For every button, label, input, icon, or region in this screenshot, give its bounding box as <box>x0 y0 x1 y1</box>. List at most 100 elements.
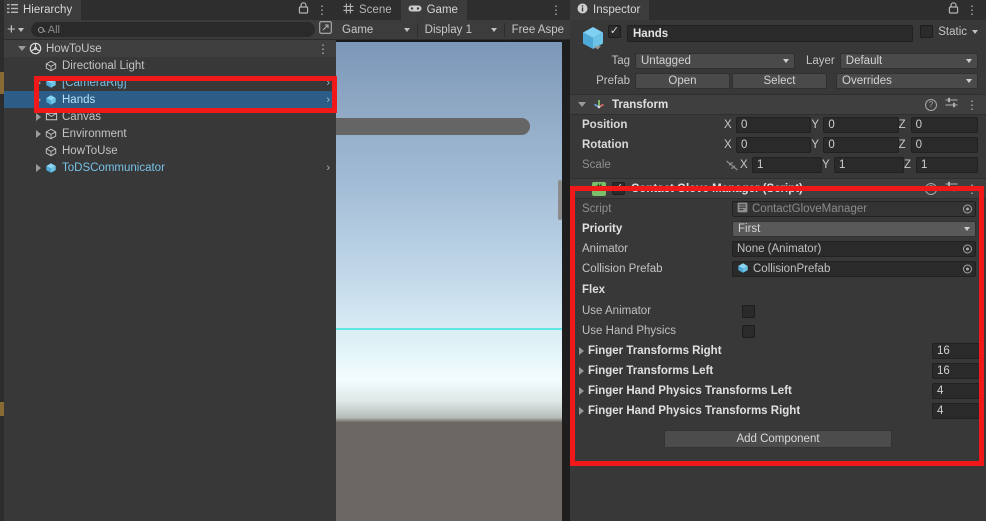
foldout-arrow[interactable] <box>574 387 588 395</box>
object-picker-icon[interactable] <box>963 204 972 214</box>
transform-rotation-x-input[interactable]: 0 <box>736 137 812 153</box>
constrain-proportions-icon[interactable] <box>724 160 740 171</box>
hierarchy-item-camerarig[interactable]: [CameraRig] › <box>0 74 336 91</box>
axis-y-label: Y <box>822 159 830 171</box>
tag-dropdown[interactable]: Untagged <box>635 53 795 69</box>
chevron-right-icon[interactable]: › <box>326 77 330 89</box>
value: 0 <box>741 119 748 131</box>
transform-component-header[interactable]: Transform ? ⋮ <box>570 94 986 115</box>
collision-prefab-object-field[interactable]: CollisionPrefab <box>732 261 976 277</box>
hierarchy-item-hands[interactable]: Hands › <box>0 91 336 108</box>
hierarchy-item-todscommunicator[interactable]: ToDSCommunicator › <box>0 159 336 176</box>
prefab-select-button[interactable]: Select <box>732 73 827 89</box>
foldout-arrow[interactable] <box>32 163 44 172</box>
layer-dropdown[interactable]: Default <box>839 53 978 69</box>
help-icon[interactable]: ? <box>925 98 937 111</box>
array-size-input[interactable]: 16 <box>932 343 980 359</box>
static-toggle-group[interactable]: Static <box>920 25 978 38</box>
transform-scale-x-input[interactable]: 1 <box>752 157 822 173</box>
tab-inspector[interactable]: Inspector <box>570 0 650 20</box>
kebab-menu-icon[interactable]: ⋮ <box>966 182 978 196</box>
script-enabled-checkbox[interactable] <box>612 182 625 195</box>
help-icon[interactable]: ? <box>925 182 937 195</box>
transform-position-x-input[interactable]: 0 <box>736 117 812 133</box>
foldout-arrow[interactable] <box>32 78 44 87</box>
array-size-input[interactable]: 4 <box>932 403 980 419</box>
add-component-button[interactable]: Add Component <box>664 430 892 448</box>
transform-rotation-y-input[interactable]: 0 <box>823 137 899 153</box>
kebab-menu-icon[interactable]: ⋮ <box>316 3 328 17</box>
script-component-header[interactable]: # Contact Glove Manager (Script) ? ⋮ <box>570 178 986 199</box>
inspector-tabbar: Inspector ⋮ <box>570 0 986 20</box>
hierarchy-tree[interactable]: HowToUse ⋮ Directional Light [CameraRig] › Ha… <box>0 40 336 521</box>
object-picker-icon[interactable] <box>963 244 972 254</box>
animator-object-field[interactable]: None (Animator) <box>732 241 976 257</box>
object-picker-icon[interactable] <box>963 264 972 274</box>
game-aspect-dropdown[interactable]: Free Aspe <box>506 22 570 38</box>
toggle-label: Use Hand Physics <box>582 325 676 337</box>
prefab-row: Prefab Open Select Overrides <box>570 70 986 90</box>
axis-z-label: Z <box>898 139 906 151</box>
prefab-overrides-dropdown[interactable]: Overrides <box>836 73 978 89</box>
chevron-down-icon[interactable] <box>578 102 586 107</box>
preset-sliders-icon[interactable] <box>945 97 958 113</box>
transform-position-z-input[interactable]: 0 <box>910 117 978 133</box>
kebab-menu-icon[interactable]: ⋮ <box>966 98 978 112</box>
transform-scale-y-input[interactable]: 1 <box>834 157 904 173</box>
use-hand-physics-checkbox[interactable] <box>742 324 755 338</box>
tab-scene[interactable]: Scene <box>336 0 401 20</box>
open-in-new-window-icon[interactable] <box>319 21 332 38</box>
kebab-menu-icon[interactable]: ⋮ <box>317 42 329 56</box>
chevron-down-icon[interactable] <box>578 186 586 191</box>
tab-hierarchy[interactable]: Hierarchy <box>0 0 82 20</box>
create-gameobject-button[interactable]: + <box>4 22 27 37</box>
chevron-down-icon[interactable] <box>972 29 978 34</box>
hierarchy-item-canvas[interactable]: Canvas <box>0 108 336 125</box>
value: 1 <box>839 159 846 171</box>
game-display-dropdown[interactable]: Display 1 <box>419 22 503 38</box>
hierarchy-item-howtouse[interactable]: HowToUse <box>0 142 336 159</box>
chevron-right-icon <box>578 387 584 395</box>
tab-game[interactable]: Game <box>400 0 467 20</box>
prefab-open-button[interactable]: Open <box>635 73 730 89</box>
script-object-field[interactable]: ContactGloveManager <box>732 201 976 217</box>
game-view-render[interactable] <box>336 40 570 521</box>
array-size-input[interactable]: 4 <box>932 383 980 399</box>
gamepad-icon <box>408 4 422 17</box>
array-size-input[interactable]: 16 <box>932 363 980 379</box>
chevron-right-icon <box>35 129 41 138</box>
chevron-down-icon <box>964 227 970 231</box>
transform-rotation-z-input[interactable]: 0 <box>910 137 978 153</box>
lock-icon[interactable] <box>298 2 309 18</box>
priority-dropdown[interactable]: First <box>732 221 976 237</box>
tab-scene-label: Scene <box>359 4 392 16</box>
chevron-right-icon[interactable]: › <box>326 94 330 106</box>
hierarchy-item-directional-light[interactable]: Directional Light <box>0 57 336 74</box>
transform-position-y-input[interactable]: 0 <box>823 117 899 133</box>
chevron-right-icon[interactable]: › <box>326 162 330 174</box>
kebab-menu-icon[interactable]: ⋮ <box>966 3 978 17</box>
gameobject-enabled-checkbox[interactable] <box>608 25 621 38</box>
hierarchy-item-environment[interactable]: Environment <box>0 125 336 142</box>
foldout-arrow[interactable] <box>32 95 44 104</box>
hierarchy-item-howtouse[interactable]: HowToUse ⋮ <box>0 40 336 57</box>
game-target-dropdown[interactable]: Game <box>336 22 416 38</box>
transform-scale-z-input[interactable]: 1 <box>916 157 978 173</box>
chevron-right-icon <box>35 112 41 121</box>
transform-row-label: Scale <box>582 159 611 171</box>
foldout-arrow[interactable] <box>32 129 44 138</box>
lock-icon[interactable] <box>948 2 959 18</box>
transform-rows: Position X 0 Y 0 Z 0 Rotation X 0 Y 0 Z 0 Scale X 1 Y 1 Z 1 <box>570 115 986 175</box>
foldout-arrow[interactable] <box>574 367 588 375</box>
foldout-arrow[interactable] <box>574 347 588 355</box>
foldout-arrow[interactable] <box>16 46 28 51</box>
preset-sliders-icon[interactable] <box>945 181 958 197</box>
foldout-arrow[interactable] <box>574 407 588 415</box>
static-checkbox[interactable] <box>920 25 934 38</box>
gameobject-name-input[interactable]: Hands <box>627 25 914 42</box>
hierarchy-search-input[interactable]: All <box>30 22 315 37</box>
kebab-menu-icon[interactable]: ⋮ <box>550 3 562 17</box>
axis-z: Z1 <box>904 157 986 173</box>
use-animator-checkbox[interactable] <box>742 304 755 318</box>
foldout-arrow[interactable] <box>32 112 44 121</box>
